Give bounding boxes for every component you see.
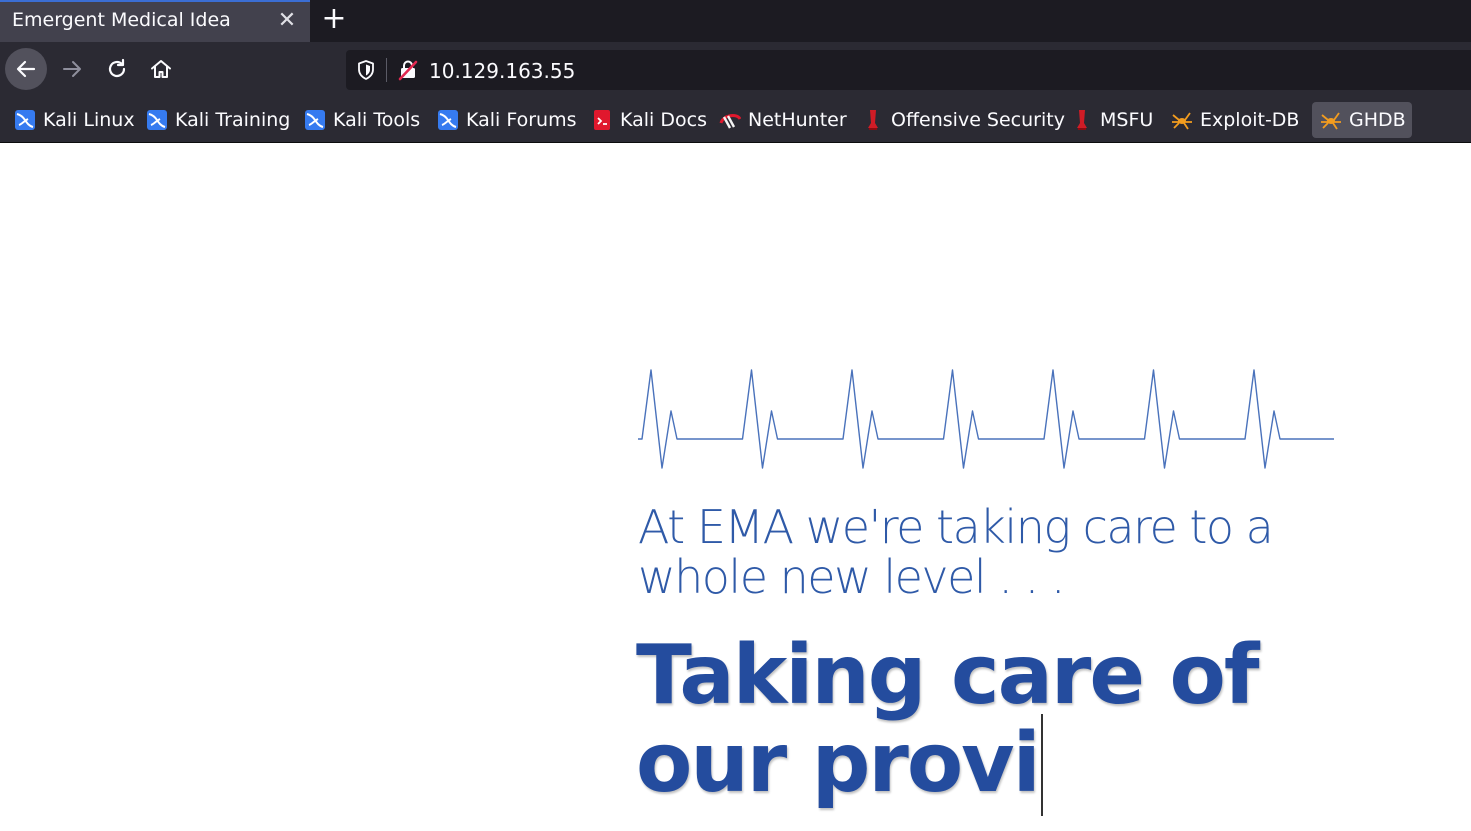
tracking-shield-icon[interactable]	[354, 58, 378, 82]
arrow-left-icon	[16, 60, 36, 78]
tab-strip: Emergent Medical Idea ✕ +	[0, 0, 1471, 42]
close-tab-icon[interactable]: ✕	[274, 8, 300, 34]
bookmark-kali-linux[interactable]: Kali Linux	[6, 102, 141, 138]
bookmark-label: Kali Docs	[620, 109, 707, 131]
kali-dragon-icon	[438, 110, 458, 130]
bookmarks-toolbar: Kali Linux Kali Training Kali Tools Kali…	[0, 99, 1471, 143]
headline-line-2: our provi	[636, 714, 1396, 816]
bookmark-label: NetHunter	[748, 109, 847, 131]
bookmark-exploit-db[interactable]: Exploit-DB	[1163, 102, 1305, 138]
headline-line-2-text: our provi	[636, 716, 1041, 811]
arrow-right-icon	[63, 61, 81, 77]
url-text[interactable]: 10.129.163.55	[429, 59, 575, 83]
bookmark-ghdb[interactable]: GHDB	[1312, 102, 1412, 138]
bookmark-label: Kali Linux	[43, 109, 135, 131]
headline-line-1: Taking care of	[636, 628, 1260, 723]
bookmark-label: Exploit-DB	[1200, 109, 1300, 131]
bookmark-offensive-security[interactable]: Offensive Security	[854, 102, 1071, 138]
navigation-toolbar: 10.129.163.55	[0, 42, 1471, 99]
tab-title: Emergent Medical Idea	[12, 9, 231, 31]
bookmark-nethunter[interactable]: NetHunter	[711, 102, 853, 138]
hero-headline: Taking care of our provi	[636, 632, 1396, 816]
new-tab-button[interactable]: +	[318, 4, 350, 36]
kali-dragon-icon	[147, 110, 167, 130]
bookmark-msfu[interactable]: MSFU	[1063, 102, 1159, 138]
exploitdb-spider-icon	[1172, 112, 1192, 130]
bookmark-kali-tools[interactable]: Kali Tools	[296, 102, 426, 138]
home-button[interactable]	[140, 48, 182, 90]
bookmark-label: Offensive Security	[891, 109, 1065, 131]
bookmark-label: Kali Forums	[466, 109, 577, 131]
home-icon	[151, 60, 171, 78]
bookmark-kali-forums[interactable]: Kali Forums	[429, 102, 583, 138]
bookmark-label: GHDB	[1349, 109, 1406, 131]
address-bar[interactable]: 10.129.163.55	[346, 50, 1471, 90]
kali-dragon-icon	[15, 110, 35, 130]
offsec-icon	[1077, 110, 1087, 130]
offsec-icon	[868, 110, 878, 130]
kali-docs-icon	[594, 110, 610, 130]
forward-button[interactable]	[51, 48, 93, 90]
typing-caret	[1040, 714, 1043, 816]
bookmark-label: MSFU	[1100, 109, 1154, 131]
reload-button[interactable]	[96, 48, 138, 90]
insecure-lock-icon[interactable]	[396, 58, 420, 82]
heartbeat-line-graphic	[638, 369, 1334, 469]
bookmark-label: Kali Tools	[333, 109, 421, 131]
exploitdb-spider-icon	[1321, 112, 1341, 130]
address-bar-divider	[386, 58, 387, 82]
bookmark-kali-docs[interactable]: Kali Docs	[583, 102, 713, 138]
back-button[interactable]	[5, 48, 47, 90]
bookmark-label: Kali Training	[175, 109, 291, 131]
bookmark-kali-training[interactable]: Kali Training	[138, 102, 296, 138]
reload-icon	[108, 58, 126, 78]
intro-text: At EMA we're taking care to a whole new …	[638, 500, 1274, 604]
nethunter-icon	[719, 114, 741, 129]
kali-dragon-icon	[305, 110, 325, 130]
browser-tab[interactable]: Emergent Medical Idea ✕	[0, 0, 310, 42]
